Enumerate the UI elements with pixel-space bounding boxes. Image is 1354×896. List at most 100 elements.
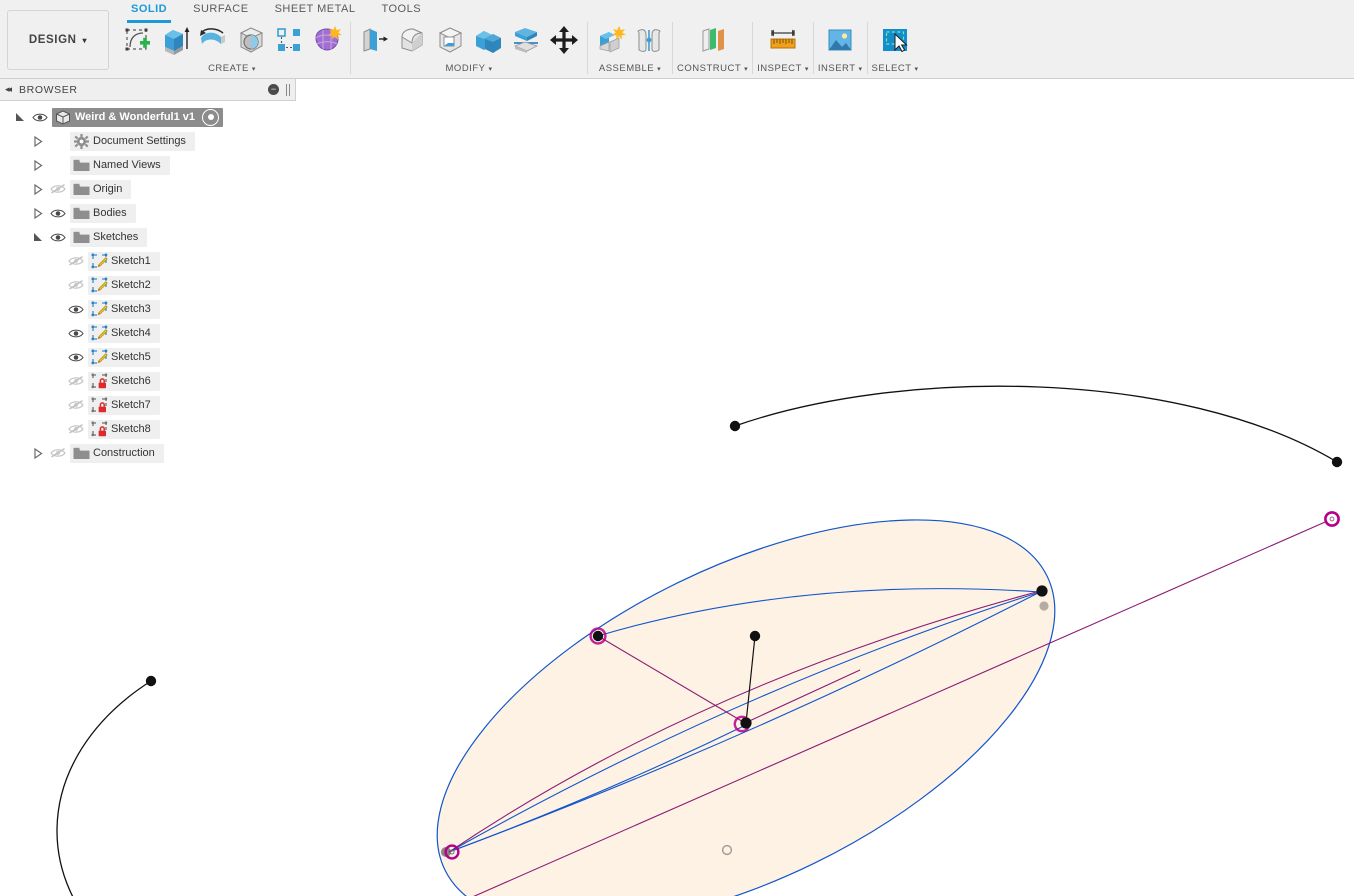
tree-node-sketch4[interactable]: Sketch4 xyxy=(0,321,296,345)
tab-solid[interactable]: SOLID xyxy=(118,0,180,23)
point-spline-left-upper[interactable] xyxy=(145,675,157,687)
visibility-eye-off-icon[interactable] xyxy=(64,273,88,297)
point-origin[interactable] xyxy=(441,844,460,860)
tree-node-sketches[interactable]: Sketches xyxy=(0,225,296,249)
point-segment-top[interactable] xyxy=(749,630,761,642)
visibility-eye-icon[interactable] xyxy=(28,105,52,129)
tree-node-document-settings[interactable]: Document Settings xyxy=(0,129,296,153)
tree-node-body[interactable]: Sketch5 xyxy=(88,347,160,367)
ribbon-group-inspect-label[interactable]: INSPECT ▾ xyxy=(757,63,809,74)
insert-image-icon[interactable] xyxy=(821,20,859,60)
pattern-icon[interactable] xyxy=(270,20,308,60)
active-component-radio[interactable] xyxy=(202,108,220,126)
tree-node-sketch5[interactable]: Sketch5 xyxy=(0,345,296,369)
tree-node-body[interactable]: Sketch2 xyxy=(88,275,160,295)
visibility-eye-icon[interactable] xyxy=(64,321,88,345)
shell-icon[interactable] xyxy=(431,20,469,60)
collapsed-twisty-icon[interactable] xyxy=(30,153,46,177)
tree-node-root-body[interactable]: Weird & Wonderful1 v1 xyxy=(52,107,224,127)
tree-node-sketch8[interactable]: Sketch8 xyxy=(0,417,296,441)
new-component-icon[interactable] xyxy=(592,20,630,60)
point-spline-top-right[interactable] xyxy=(1331,456,1343,468)
tree-node-body[interactable]: Named Views xyxy=(70,155,170,175)
tree-node-body[interactable]: Sketch6 xyxy=(88,371,160,391)
panel-resize-handle[interactable] xyxy=(285,83,291,96)
tree-node-body[interactable]: Sketch8 xyxy=(88,419,160,439)
tree-node-body[interactable]: Document Settings xyxy=(70,131,195,151)
workspace-switcher-button[interactable]: DESIGN ▾ xyxy=(7,10,109,70)
visibility-eye-off-icon[interactable] xyxy=(64,393,88,417)
visibility-eye-icon[interactable] xyxy=(64,297,88,321)
tree-node-named-views[interactable]: Named Views xyxy=(0,153,296,177)
point-free-circle[interactable] xyxy=(721,844,733,856)
tree-node-bodies[interactable]: Bodies xyxy=(0,201,296,225)
collapsed-twisty-icon[interactable] xyxy=(30,129,46,153)
tree-node-body[interactable]: Origin xyxy=(70,179,132,199)
point-ellipse-right[interactable] xyxy=(1036,585,1048,597)
tree-node-sketch6[interactable]: Sketch6 xyxy=(0,369,296,393)
tree-node-origin[interactable]: Origin xyxy=(0,177,296,201)
expanded-twisty-icon[interactable] xyxy=(12,105,28,129)
tree-node-root[interactable]: Weird & Wonderful1 v1 xyxy=(0,105,296,129)
fillet-icon[interactable] xyxy=(393,20,431,60)
minimize-icon[interactable]: − xyxy=(268,84,279,95)
tab-surface[interactable]: SURFACE xyxy=(180,0,261,20)
visibility-eye-off-icon[interactable] xyxy=(64,249,88,273)
black-spline-left[interactable] xyxy=(56,680,155,896)
ribbon-group-create-label[interactable]: CREATE ▾ xyxy=(208,63,256,74)
tree-node-body[interactable]: Construction xyxy=(70,443,164,463)
purple-line-chord-b[interactable] xyxy=(744,669,861,724)
visibility-eye-off-icon[interactable] xyxy=(64,417,88,441)
select-window-icon[interactable] xyxy=(876,20,914,60)
blue-arc-mid-chord[interactable] xyxy=(448,591,1041,853)
press-pull-icon[interactable] xyxy=(355,20,393,60)
joint-icon[interactable] xyxy=(630,20,668,60)
ribbon-group-construct-label[interactable]: CONSTRUCT ▾ xyxy=(677,63,748,74)
visibility-eye-icon[interactable] xyxy=(46,225,70,249)
black-segment-vertical[interactable] xyxy=(745,635,756,724)
collapse-panel-icon[interactable]: ◂◂ xyxy=(5,84,12,95)
tree-node-body[interactable]: Sketches xyxy=(70,227,148,247)
expanded-twisty-icon[interactable] xyxy=(30,225,46,249)
ribbon-group-insert-label[interactable]: INSERT ▾ xyxy=(818,63,863,74)
tree-node-body[interactable]: Bodies xyxy=(70,203,136,223)
tab-sheet-metal[interactable]: SHEET METAL xyxy=(262,0,369,20)
offset-face-icon[interactable] xyxy=(507,20,545,60)
tab-tools[interactable]: TOOLS xyxy=(368,0,434,20)
measure-icon[interactable] xyxy=(764,20,802,60)
tree-node-body[interactable]: Sketch1 xyxy=(88,251,160,271)
blue-arc-upper-small[interactable] xyxy=(597,588,1041,637)
combine-icon[interactable] xyxy=(469,20,507,60)
ribbon-group-assemble-label[interactable]: ASSEMBLE ▾ xyxy=(599,63,661,74)
visibility-eye-off-icon[interactable] xyxy=(64,369,88,393)
move-copy-icon[interactable] xyxy=(545,20,583,60)
tree-node-body[interactable]: Sketch4 xyxy=(88,323,160,343)
tree-node-body[interactable]: Sketch3 xyxy=(88,299,160,319)
blue-arc-lower-chord[interactable] xyxy=(448,591,1041,853)
point-center-node[interactable] xyxy=(733,715,752,733)
point-upper-node[interactable] xyxy=(589,627,607,645)
ribbon-group-modify-label[interactable]: MODIFY ▾ xyxy=(446,63,493,74)
extrude-icon[interactable] xyxy=(156,20,194,60)
purple-line-chord-a[interactable] xyxy=(597,635,746,724)
purple-line-long-diagonal[interactable] xyxy=(154,518,1333,896)
collapsed-twisty-icon[interactable] xyxy=(30,441,46,465)
tree-node-sketch1[interactable]: Sketch1 xyxy=(0,249,296,273)
create-sketch-icon[interactable] xyxy=(118,20,156,60)
collapsed-twisty-icon[interactable] xyxy=(30,201,46,225)
purple-arc-interior[interactable] xyxy=(448,590,1041,853)
tree-node-sketch7[interactable]: Sketch7 xyxy=(0,393,296,417)
revolve-icon[interactable] xyxy=(194,20,232,60)
ribbon-group-select-label[interactable]: SELECT ▾ xyxy=(872,63,919,74)
offset-plane-icon[interactable] xyxy=(694,20,732,60)
point-endpoint-right[interactable] xyxy=(1324,511,1340,527)
visibility-eye-icon[interactable] xyxy=(64,345,88,369)
sphere-icon[interactable] xyxy=(232,20,270,60)
visibility-eye-off-icon[interactable] xyxy=(46,177,70,201)
tree-node-body[interactable]: Sketch7 xyxy=(88,395,160,415)
visibility-eye-icon[interactable] xyxy=(46,201,70,225)
blue-arc-left-lower[interactable] xyxy=(448,723,749,853)
form-icon[interactable] xyxy=(308,20,346,60)
point-spline-top-left[interactable] xyxy=(729,420,741,432)
ellipse-profile[interactable] xyxy=(377,436,1116,896)
